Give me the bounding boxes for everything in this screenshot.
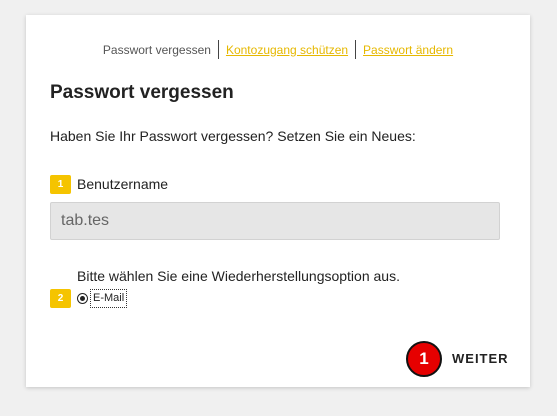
next-button[interactable]: WEITER xyxy=(452,351,509,366)
tab-passwort-vergessen: Passwort vergessen xyxy=(102,42,211,57)
tab-bar: Passwort vergessen Kontozugang schützen … xyxy=(26,40,530,59)
email-option[interactable]: E-Mail xyxy=(77,288,128,308)
step-2-badge: 2 xyxy=(50,289,71,308)
username-input[interactable] xyxy=(50,202,500,240)
tab-passwort-aendern[interactable]: Passwort ändern xyxy=(356,41,460,59)
step-1-badge: 1 xyxy=(50,175,71,194)
step-marker: 1 xyxy=(406,341,442,377)
page-title: Passwort vergessen xyxy=(50,82,234,103)
email-radio[interactable] xyxy=(77,292,88,304)
password-card: Passwort vergessen Kontozugang schützen … xyxy=(26,15,530,387)
username-label: Benutzername xyxy=(77,176,169,192)
email-option-label[interactable]: E-Mail xyxy=(90,288,128,308)
tab-kontozugang-schuetzen[interactable]: Kontozugang schützen xyxy=(219,41,355,59)
radio-selected-dot xyxy=(80,295,85,301)
intro-text: Haben Sie Ihr Passwort vergessen? Setzen… xyxy=(50,128,416,144)
recovery-option-label: Bitte wählen Sie eine Wiederherstellungs… xyxy=(77,268,400,284)
